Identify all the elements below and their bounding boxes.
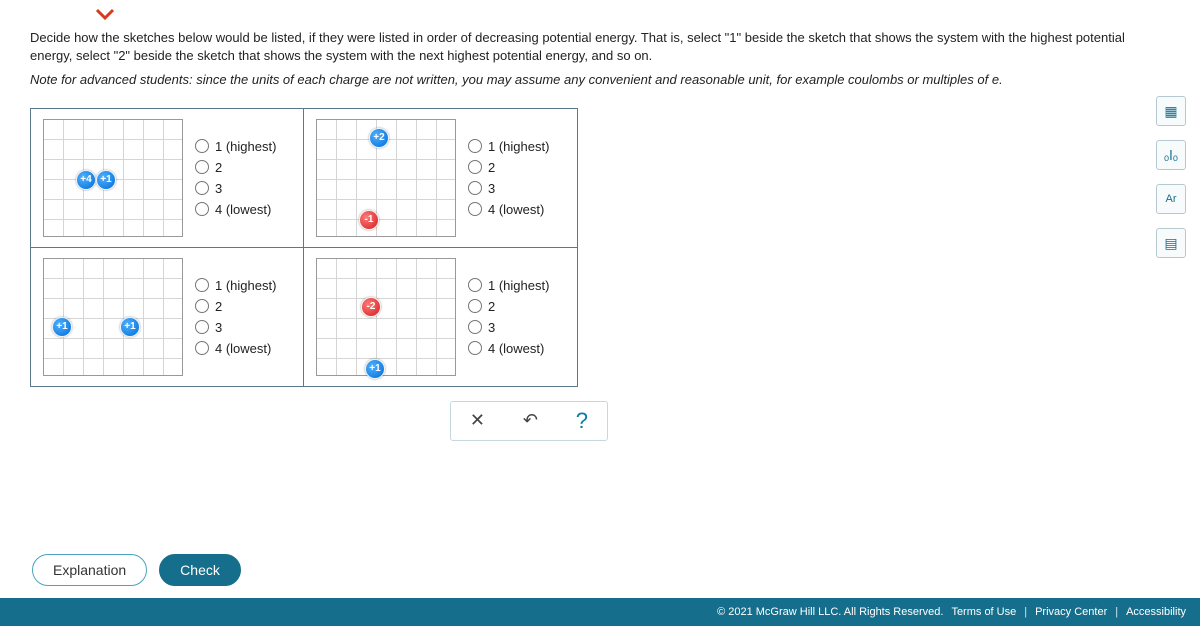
question-text: Decide how the sketches below would be l… [30,29,1170,65]
sketch-b-options: 1 (highest) 2 3 4 (lowest) [468,139,549,217]
bottom-bar: Explanation Check [0,554,1200,586]
sketch-b: +2 -1 1 (highest) 2 3 4 (lowest) [304,109,577,248]
sketch-b-option-4[interactable]: 4 (lowest) [468,202,549,217]
sketch-a-options: 1 (highest) 2 3 4 (lowest) [195,139,276,217]
chart-icon[interactable]: ₀l₀ [1156,140,1186,170]
sketch-c-option-1[interactable]: 1 (highest) [195,278,276,293]
question-note: Note for advanced students: since the un… [30,71,1170,89]
data-table-icon[interactable]: ▤ [1156,228,1186,258]
sketch-a-option-2[interactable]: 2 [195,160,276,175]
sketch-a: +4 +1 1 (highest) 2 3 4 (lowest) [31,109,304,248]
charge-c-1: +1 [52,317,72,337]
charge-b-1: +2 [369,128,389,148]
sketch-c-options: 1 (highest) 2 3 4 (lowest) [195,278,276,356]
footer-privacy[interactable]: Privacy Center [1035,606,1107,618]
sketch-d-option-2[interactable]: 2 [468,299,549,314]
sketch-b-diagram: +2 -1 [316,119,456,237]
sketch-a-option-3[interactable]: 3 [195,181,276,196]
side-tools: ▦ ₀l₀ Ar ▤ [1156,96,1186,258]
chevron-down-icon [95,8,1170,25]
sketch-b-option-3[interactable]: 3 [468,181,549,196]
sketch-d-option-4[interactable]: 4 (lowest) [468,341,549,356]
sketch-c-option-4[interactable]: 4 (lowest) [195,341,276,356]
periodic-table-icon[interactable]: Ar [1156,184,1186,214]
sketch-d-diagram: -2 +1 [316,258,456,376]
sketch-d-options: 1 (highest) 2 3 4 (lowest) [468,278,549,356]
sketch-a-option-4[interactable]: 4 (lowest) [195,202,276,217]
footer: © 2021 McGraw Hill LLC. All Rights Reser… [0,598,1200,626]
sketch-d: -2 +1 1 (highest) 2 3 4 (lowest) [304,248,577,386]
sketch-d-option-1[interactable]: 1 (highest) [468,278,549,293]
answer-toolbar: ✕ ↶ ? [450,401,608,441]
help-button[interactable]: ? [566,404,598,438]
explanation-button[interactable]: Explanation [32,554,147,586]
sketch-d-option-3[interactable]: 3 [468,320,549,335]
sketch-b-option-2[interactable]: 2 [468,160,549,175]
sketch-grid: +4 +1 1 (highest) 2 3 4 (lowest) +2 -1 1… [30,108,578,387]
charge-d-1: -2 [361,297,381,317]
undo-button[interactable]: ↶ [513,406,548,435]
charge-c-2: +1 [120,317,140,337]
clear-button[interactable]: ✕ [460,406,495,435]
footer-terms[interactable]: Terms of Use [951,606,1016,618]
sketch-c-option-3[interactable]: 3 [195,320,276,335]
charge-b-2: -1 [359,210,379,230]
sketch-c-option-2[interactable]: 2 [195,299,276,314]
sketch-a-diagram: +4 +1 [43,119,183,237]
check-button[interactable]: Check [159,554,241,586]
charge-a-2: +1 [96,170,116,190]
calculator-icon[interactable]: ▦ [1156,96,1186,126]
sketch-b-option-1[interactable]: 1 (highest) [468,139,549,154]
charge-a-1: +4 [76,170,96,190]
charge-d-2: +1 [365,359,385,379]
sketch-c-diagram: +1 +1 [43,258,183,376]
footer-accessibility[interactable]: Accessibility [1126,606,1186,618]
sketch-a-option-1[interactable]: 1 (highest) [195,139,276,154]
footer-copyright: © 2021 McGraw Hill LLC. All Rights Reser… [717,606,943,618]
sketch-c: +1 +1 1 (highest) 2 3 4 (lowest) [31,248,304,386]
